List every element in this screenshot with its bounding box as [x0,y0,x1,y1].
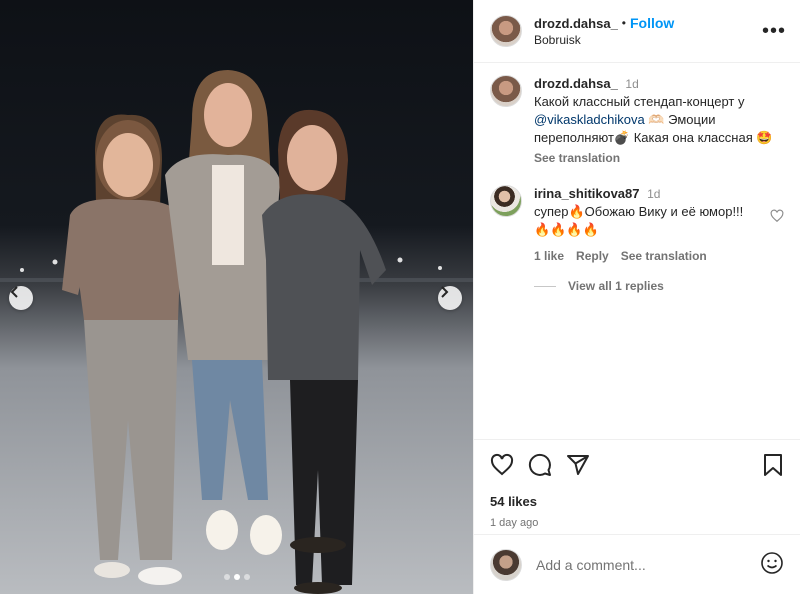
chevron-left-icon [10,286,18,298]
photo-illustration [0,70,473,594]
post-header: drozd.dahsa_ • Follow Bobruisk ••• [474,0,800,63]
post-panel: drozd.dahsa_ • Follow Bobruisk ••• drozd… [473,0,800,594]
comment-likes-count[interactable]: 1 like [534,247,564,265]
carousel-dot-active [233,574,240,580]
share-icon[interactable] [566,453,590,477]
carousel-prev-button[interactable] [9,286,33,310]
carousel-dot [223,574,230,580]
save-icon[interactable] [762,453,784,477]
commenter-avatar[interactable] [490,185,522,217]
current-user-avatar [490,548,522,581]
comment-like-icon[interactable] [770,209,784,226]
author-avatar[interactable] [490,15,522,47]
post-photo[interactable] [0,0,473,594]
comment-row: irina_shitikova87 1d супер🔥Обожаю Вику и… [490,185,784,265]
caption-text-before: Какой классный стендап-концерт у [534,94,745,109]
follow-button[interactable]: Follow [630,15,674,31]
post-actions: 54 likes 1 day ago [474,439,800,529]
likes-count[interactable]: 54 likes [490,494,784,509]
comment-icon[interactable] [528,453,552,477]
caption-username[interactable]: drozd.dahsa_ [534,76,618,91]
comment-text: супер🔥Обожаю Вику и её юмор!!! 🔥🔥🔥🔥 [534,204,744,237]
emoji-icon[interactable] [760,551,784,578]
carousel-dot [243,574,250,580]
woman-middle [165,70,282,555]
carousel-next-button[interactable] [438,286,462,310]
replies-divider [534,285,556,287]
comment-username[interactable]: irina_shitikova87 [534,186,640,201]
like-icon[interactable] [490,453,514,477]
woman-right [262,109,386,594]
comment-reply-button[interactable]: Reply [576,247,609,265]
view-replies-label: View all 1 replies [568,279,664,293]
caption-time: 1d [625,77,639,91]
comment-input[interactable] [536,556,760,573]
post-date: 1 day ago [490,517,539,529]
location-link[interactable]: Bobruisk [534,33,762,47]
chevron-right-icon [441,286,449,298]
caption-see-translation[interactable]: See translation [534,149,620,167]
view-replies-button[interactable]: View all 1 replies [534,279,784,293]
caption-row: drozd.dahsa_ 1d Какой классный стендап-к… [490,75,784,167]
caption-text: Какой классный стендап-концерт у @vikask… [534,93,784,147]
comments-section: drozd.dahsa_ 1d Какой классный стендап-к… [474,63,800,439]
add-comment-bar [474,534,800,594]
comment-time: 1d [647,187,661,201]
comment-see-translation[interactable]: See translation [621,247,707,265]
author-username[interactable]: drozd.dahsa_ [534,16,618,31]
caption-mention[interactable]: @vikaskladchikova [534,112,645,127]
carousel-dots [0,574,473,580]
caption-avatar[interactable] [490,75,522,107]
more-options-icon[interactable]: ••• [762,21,786,41]
woman-left [62,114,182,585]
separator-bullet: • [621,16,626,30]
